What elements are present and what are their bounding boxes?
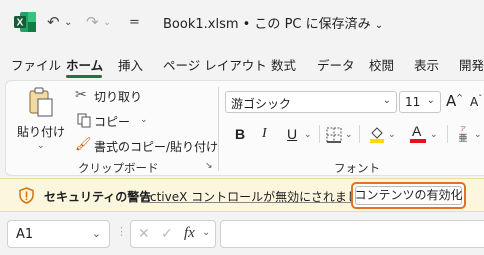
shield-warning-icon bbox=[19, 187, 34, 204]
format-painter-button[interactable]: 🖌 書式のコピー/貼り付け bbox=[75, 137, 219, 155]
fill-color-dropdown-icon[interactable]: ⌄ bbox=[388, 130, 396, 140]
divider bbox=[319, 125, 320, 143]
title-bar: X ↶ ⌄ ↷ ⌄ = Book1.xlsm • この PC に保存済み ⌄ bbox=[0, 0, 484, 46]
format-painter-label: 書式のコピー/貼り付け bbox=[94, 140, 219, 154]
active-tab-indicator bbox=[66, 75, 102, 78]
title-dropdown-icon: ⌄ bbox=[374, 20, 384, 31]
copy-label: コピー bbox=[94, 115, 131, 129]
formula-bar: A1 ⌄ ⋮ ✕ ✓ fx ⌄ bbox=[0, 212, 484, 255]
tab-data[interactable]: データ bbox=[317, 55, 355, 74]
font-name-select[interactable]: 游ゴシック ⌄ bbox=[225, 91, 397, 113]
chevron-down-icon: ⌄ bbox=[91, 227, 101, 240]
security-message[interactable]: ActiveX コントロールが無効にされました。 bbox=[142, 188, 383, 205]
italic-button[interactable]: I bbox=[262, 126, 267, 142]
document-title-text: Book1.xlsm • この PC に保存済み bbox=[163, 17, 371, 32]
function-dropdown-icon[interactable]: ⌄ bbox=[202, 227, 210, 238]
tab-file[interactable]: ファイル bbox=[11, 55, 61, 74]
copy-button[interactable]: コピー ⌄ bbox=[75, 112, 155, 130]
tab-insert[interactable]: 挿入 bbox=[118, 55, 143, 74]
clipboard-group-label: クリップボード bbox=[78, 161, 159, 175]
bold-button[interactable]: B bbox=[235, 126, 245, 142]
tab-developer[interactable]: 開発 bbox=[459, 55, 484, 74]
formula-buttons: ✕ ✓ fx ⌄ bbox=[130, 220, 216, 248]
tab-page-layout[interactable]: ページ レイアウト bbox=[163, 55, 267, 74]
tab-view[interactable]: 表示 bbox=[414, 55, 439, 74]
font-color-swatch bbox=[410, 139, 426, 143]
copy-dropdown-icon[interactable]: ⌄ bbox=[140, 115, 148, 125]
font-color-dropdown-icon[interactable]: ⌄ bbox=[430, 130, 438, 140]
ribbon-tabs: ファイル ホーム 挿入 ページ レイアウト 数式 データ 校閲 表示 開発 bbox=[0, 46, 484, 78]
font-group-label: フォント bbox=[334, 161, 380, 175]
divider bbox=[447, 125, 448, 143]
more-vertical-icon[interactable]: ⋮ bbox=[116, 225, 127, 238]
font-size-select[interactable]: 11 ⌄ bbox=[399, 91, 441, 113]
excel-logo-icon[interactable]: X bbox=[14, 12, 36, 32]
cancel-icon[interactable]: ✕ bbox=[138, 226, 150, 242]
format-painter-icon: 🖌 bbox=[75, 137, 92, 152]
svg-text:亜: 亜 bbox=[458, 133, 467, 143]
scissors-icon: ✂ bbox=[75, 87, 87, 103]
paste-dropdown-icon[interactable]: ⌄ bbox=[37, 141, 45, 151]
chevron-down-icon: ⌄ bbox=[382, 95, 391, 106]
shrink-font-icon: A bbox=[470, 95, 479, 109]
font-name-value: 游ゴシック bbox=[231, 97, 292, 111]
phonetic-dropdown-icon[interactable]: ⌄ bbox=[474, 130, 482, 140]
redo-dropdown-icon[interactable]: ⌄ bbox=[103, 12, 111, 32]
fill-color-icon[interactable] bbox=[369, 125, 385, 143]
name-box-value: A1 bbox=[16, 227, 34, 242]
name-box[interactable]: A1 ⌄ bbox=[7, 220, 110, 248]
redo-icon[interactable]: ↷ bbox=[86, 12, 99, 32]
svg-text:ア: ア bbox=[460, 126, 466, 133]
tab-formulas[interactable]: 数式 bbox=[271, 55, 296, 74]
chevron-down-icon: ⌄ bbox=[426, 95, 435, 106]
copy-icon bbox=[77, 113, 91, 128]
borders-dropdown-icon[interactable]: ⌄ bbox=[345, 130, 353, 140]
underline-button[interactable]: U bbox=[287, 126, 297, 142]
font-size-value: 11 bbox=[405, 95, 421, 109]
insert-function-icon[interactable]: fx bbox=[184, 225, 195, 242]
font-color-button[interactable]: A bbox=[412, 123, 421, 139]
undo-icon[interactable]: ↶ bbox=[47, 12, 60, 32]
shrink-font-button[interactable]: Aˇ bbox=[470, 94, 482, 109]
tab-home[interactable]: ホーム bbox=[66, 55, 103, 74]
ribbon: 貼り付け ⌄ ✂ 切り取り コピー ⌄ 🖌 書式のコピー/貼り付け クリップボー… bbox=[5, 80, 484, 176]
customize-qat-icon[interactable]: = bbox=[129, 12, 140, 32]
paste-icon bbox=[29, 87, 53, 117]
document-title[interactable]: Book1.xlsm • この PC に保存済み ⌄ bbox=[163, 13, 383, 32]
grow-font-icon: A bbox=[446, 92, 457, 110]
grow-font-button[interactable]: A^ bbox=[446, 92, 463, 110]
divider bbox=[359, 125, 360, 143]
enter-icon[interactable]: ✓ bbox=[161, 226, 173, 242]
phonetic-guide-icon[interactable]: ア 亜 bbox=[456, 125, 470, 143]
enable-content-button[interactable]: コンテンツの有効化 bbox=[351, 182, 466, 209]
enable-content-label: コンテンツの有効化 bbox=[354, 188, 463, 202]
underline-dropdown-icon[interactable]: ⌄ bbox=[304, 130, 312, 140]
cut-button[interactable]: ✂ 切り取り bbox=[75, 87, 165, 105]
security-title: セキュリティの警告 bbox=[44, 190, 152, 204]
security-warning-bar: セキュリティの警告 ActiveX コントロールが無効にされました。 コンテンツ… bbox=[0, 178, 484, 212]
cut-label: 切り取り bbox=[94, 90, 143, 104]
borders-icon[interactable] bbox=[326, 127, 342, 143]
clipboard-launcher-icon[interactable]: ↘ bbox=[205, 161, 213, 171]
formula-input[interactable] bbox=[220, 220, 484, 248]
paste-label: 貼り付け bbox=[17, 125, 66, 139]
tab-review[interactable]: 校閲 bbox=[369, 55, 394, 74]
undo-dropdown-icon[interactable]: ⌄ bbox=[64, 12, 72, 32]
group-divider bbox=[218, 87, 219, 171]
paste-button[interactable]: 貼り付け ⌄ bbox=[16, 85, 66, 151]
svg-text:X: X bbox=[17, 18, 24, 29]
